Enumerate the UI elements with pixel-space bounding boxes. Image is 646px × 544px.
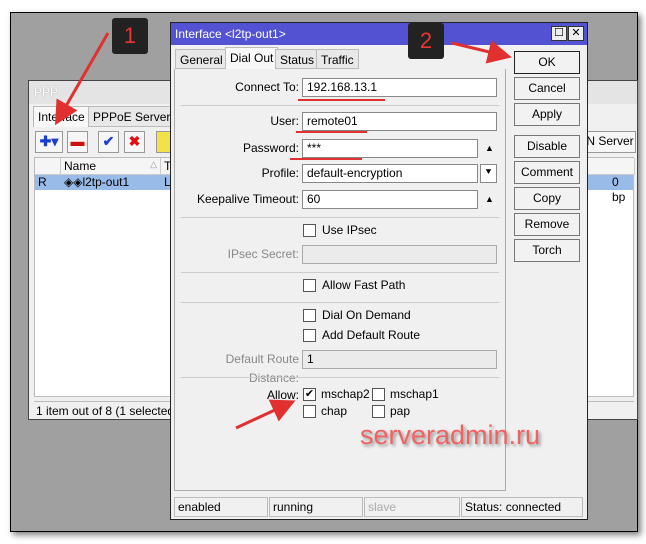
arrow-2-icon xyxy=(451,40,512,64)
arrow-1-icon xyxy=(55,32,110,126)
arrow-3-icon xyxy=(235,399,296,430)
watermark: serveradmin.ru xyxy=(360,420,541,450)
annotation-arrows xyxy=(55,32,512,430)
